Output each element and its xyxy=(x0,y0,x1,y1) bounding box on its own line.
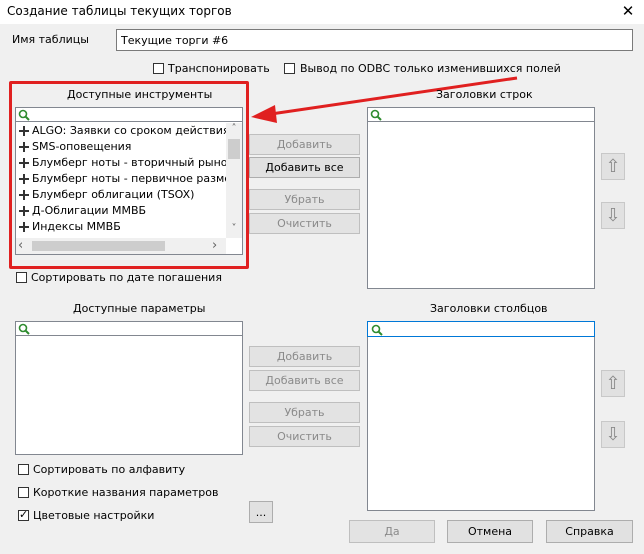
transpose-label: Транспонировать xyxy=(168,62,270,75)
move-down-icon[interactable]: ⇩ xyxy=(601,421,625,448)
instruments-header: Доступные инструменты xyxy=(67,88,213,101)
help-button[interactable]: Справка xyxy=(546,520,633,543)
cancel-button[interactable]: Отмена xyxy=(447,520,533,543)
scroll-right-icon[interactable]: › xyxy=(212,238,224,254)
remove-instrument-button[interactable]: Убрать xyxy=(249,189,360,210)
expand-plus-icon[interactable] xyxy=(19,174,29,184)
expand-plus-icon[interactable] xyxy=(19,158,29,168)
search-icon xyxy=(371,324,383,336)
sort-alpha-checkbox[interactable] xyxy=(18,464,29,475)
short-names-checkbox[interactable] xyxy=(18,487,29,498)
instruments-hscrollbar[interactable]: ‹ › xyxy=(16,238,226,254)
expand-plus-icon[interactable] xyxy=(19,142,29,152)
odbc-checkbox[interactable] xyxy=(284,63,295,74)
move-up-icon[interactable]: ⇧ xyxy=(601,153,625,180)
expand-plus-icon[interactable] xyxy=(19,222,29,232)
expand-plus-icon[interactable] xyxy=(19,126,29,136)
sort-alpha-label: Сортировать по алфавиту xyxy=(33,463,186,476)
list-item[interactable]: Блумберг облигации (TSOX) xyxy=(19,187,194,203)
scroll-left-icon[interactable]: ‹ xyxy=(18,238,30,254)
parameters-header: Доступные параметры xyxy=(73,302,206,315)
table-name-input[interactable] xyxy=(116,29,633,51)
expand-plus-icon[interactable] xyxy=(19,190,29,200)
expand-plus-icon[interactable] xyxy=(19,206,29,216)
remove-parameter-button[interactable]: Убрать xyxy=(249,402,360,423)
column-headers-header: Заголовки столбцов xyxy=(430,302,548,315)
transpose-checkbox[interactable] xyxy=(153,63,164,74)
row-headers-search[interactable] xyxy=(368,108,594,122)
add-instrument-button[interactable]: Добавить xyxy=(249,134,360,155)
add-all-instruments-button[interactable]: Добавить все xyxy=(249,157,360,178)
vscroll-thumb[interactable] xyxy=(228,139,240,159)
instruments-items: ALGO: Заявки со сроком действия SMS-опов… xyxy=(16,123,226,238)
close-icon[interactable]: ✕ xyxy=(613,0,643,22)
list-item[interactable]: SMS-оповещения xyxy=(19,139,131,155)
instruments-vscrollbar[interactable]: ˄ ˅ xyxy=(226,123,242,238)
ok-button[interactable]: Да xyxy=(349,520,435,543)
short-names-label: Короткие названия параметров xyxy=(33,486,219,499)
sort-maturity-checkbox[interactable] xyxy=(16,272,27,283)
parameters-search[interactable] xyxy=(16,322,242,336)
list-item[interactable]: ALGO: Заявки со сроком действия xyxy=(19,123,226,139)
scroll-up-icon[interactable]: ˄ xyxy=(226,123,242,137)
window-title: Создание таблицы текущих торгов xyxy=(7,4,232,18)
clear-instruments-button[interactable]: Очистить xyxy=(249,213,360,234)
instruments-search[interactable] xyxy=(16,108,242,122)
scroll-down-icon[interactable]: ˅ xyxy=(226,223,242,237)
list-item[interactable]: Индексы ММВБ xyxy=(19,219,121,235)
color-settings-label: Цветовые настройки xyxy=(33,509,155,522)
search-icon xyxy=(18,109,30,121)
add-all-parameters-button[interactable]: Добавить все xyxy=(249,370,360,391)
list-item[interactable]: Блумберг ноты - первичное размещен xyxy=(19,171,226,187)
clear-parameters-button[interactable]: Очистить xyxy=(249,426,360,447)
list-item[interactable]: Блумберг ноты - вторичный рынок (TS xyxy=(19,155,226,171)
table-name-label: Имя таблицы xyxy=(12,33,89,46)
sort-maturity-label: Сортировать по дате погашения xyxy=(31,271,222,284)
column-headers-search[interactable] xyxy=(367,321,595,337)
add-parameter-button[interactable]: Добавить xyxy=(249,346,360,367)
hscroll-thumb[interactable] xyxy=(32,241,165,251)
color-settings-checkbox[interactable] xyxy=(18,508,29,521)
search-icon xyxy=(370,109,382,121)
move-up-icon[interactable]: ⇧ xyxy=(601,370,625,397)
row-headers-list[interactable] xyxy=(367,107,595,289)
move-down-icon[interactable]: ⇩ xyxy=(601,202,625,229)
parameters-list[interactable] xyxy=(15,321,243,455)
search-icon xyxy=(18,323,30,335)
column-headers-list[interactable] xyxy=(367,321,595,511)
list-item[interactable]: Д-Облигации ММВБ xyxy=(19,203,146,219)
odbc-label: Вывод по ODBC только изменившихся полей xyxy=(300,62,561,75)
row-headers-header: Заголовки строк xyxy=(436,88,533,101)
instruments-list[interactable]: ALGO: Заявки со сроком действия SMS-опов… xyxy=(15,107,243,255)
color-settings-ellipsis-button[interactable]: ... xyxy=(249,501,273,523)
